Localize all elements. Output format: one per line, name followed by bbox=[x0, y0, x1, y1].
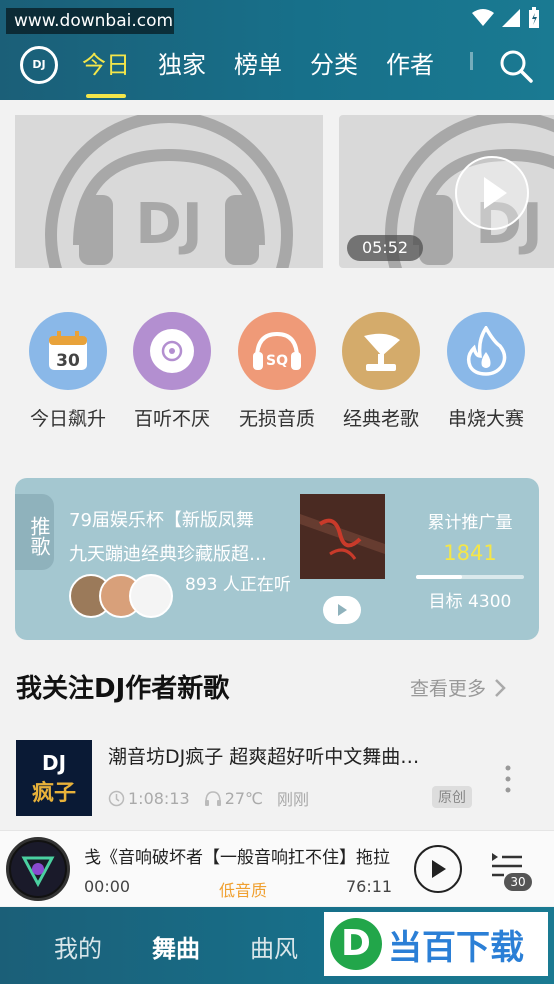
nav-genre[interactable]: 曲风 bbox=[250, 929, 298, 964]
more-options-icon[interactable] bbox=[502, 764, 514, 794]
song-title[interactable]: 潮音坊DJ疯子 超爽超好听中文舞曲… bbox=[108, 742, 468, 769]
calendar-number: 30 bbox=[56, 351, 80, 371]
category-label: 无损音质 bbox=[238, 408, 315, 430]
promotion-progress-fill bbox=[416, 575, 463, 579]
song-time-ago: 刚刚 bbox=[277, 790, 310, 809]
headphones-icon bbox=[204, 790, 221, 806]
song-meta: 1:08:13 27℃ 刚刚 bbox=[108, 786, 309, 810]
playlist-button[interactable]: 30 bbox=[490, 851, 534, 891]
banner-slide-left[interactable]: DJ bbox=[15, 115, 323, 268]
tab-overflow-indicator bbox=[470, 52, 473, 70]
recommend-title-line2: 九天蹦迪经典珍藏版超… bbox=[69, 544, 267, 565]
current-time: 00:00 bbox=[84, 877, 131, 896]
recommend-cover-image[interactable] bbox=[300, 494, 385, 579]
video-duration: 05:52 bbox=[347, 235, 423, 261]
listener-avatars bbox=[69, 574, 179, 618]
list-item[interactable]: DJ 疯子 潮音坊DJ疯子 超爽超好听中文舞曲… 1:08:13 27℃ 刚刚 … bbox=[0, 730, 554, 826]
avatar bbox=[129, 574, 173, 618]
play-icon[interactable] bbox=[323, 596, 361, 624]
nav-dance[interactable]: 舞曲 bbox=[152, 929, 200, 964]
recommend-card[interactable]: 推歌 79届娱乐杯【新版凤舞 九天蹦迪经典珍藏版超… 893 人正在听 累计推广… bbox=[15, 478, 539, 640]
recommend-title-line1: 79届娱乐杯【新版凤舞 bbox=[69, 510, 254, 531]
category-lossless[interactable]: SQ 无损音质 bbox=[227, 312, 327, 431]
recommend-tag: 推歌 bbox=[15, 494, 54, 570]
tab-categories[interactable]: 分类 bbox=[310, 44, 358, 86]
category-label: 百听不厌 bbox=[133, 408, 210, 430]
sq-text: SQ bbox=[266, 353, 288, 369]
category-classic[interactable]: 经典老歌 bbox=[331, 312, 431, 431]
watermark-text: 当百下载 bbox=[388, 927, 524, 968]
play-button[interactable] bbox=[414, 845, 462, 893]
brand-watermark: D 当百下载 bbox=[324, 912, 548, 976]
category-label: 今日飙升 bbox=[29, 408, 106, 430]
song-temperature: 27℃ bbox=[224, 788, 264, 808]
banner-slide-right[interactable]: DJ 05:52 bbox=[339, 115, 554, 268]
nav-mine[interactable]: 我的 bbox=[54, 929, 102, 964]
promotion-stats: 累计推广量 1841 目标 4300 bbox=[415, 508, 525, 612]
wifi-icon bbox=[472, 9, 494, 26]
clock-icon bbox=[108, 790, 125, 806]
tab-authors[interactable]: 作者 bbox=[386, 44, 434, 86]
chevron-right-icon bbox=[495, 678, 506, 697]
total-time: 76:11 bbox=[346, 877, 393, 896]
category-evergreen[interactable]: 百听不厌 bbox=[122, 312, 222, 431]
promotion-value: 1841 bbox=[443, 541, 497, 565]
category-label: 经典老歌 bbox=[342, 408, 419, 430]
status-bar-icons bbox=[472, 7, 540, 29]
song-cover-image[interactable]: DJ 疯子 bbox=[16, 740, 92, 816]
calendar-30-icon: 30 bbox=[29, 312, 107, 390]
headphones-sq-icon: SQ bbox=[238, 312, 316, 390]
battery-icon bbox=[529, 7, 539, 28]
signal-icon bbox=[502, 9, 520, 27]
cd-disc-icon bbox=[133, 312, 211, 390]
now-playing-disc[interactable] bbox=[6, 837, 70, 901]
recommend-title[interactable]: 79届娱乐杯【新版凤舞 九天蹦迪经典珍藏版超… bbox=[69, 504, 289, 572]
category-row: 30 今日飙升 百听不厌 SQ 无损音质 经典老歌 串烧大赛 bbox=[0, 312, 554, 432]
tab-charts[interactable]: 榜单 bbox=[234, 44, 282, 86]
see-more-link[interactable]: 查看更多 bbox=[410, 674, 506, 701]
promotion-progress-bar bbox=[416, 575, 524, 579]
tab-exclusive[interactable]: 独家 bbox=[158, 44, 206, 86]
now-playing-title[interactable]: 戋《音响破坏者【一般音响扛不住】拖拉 bbox=[84, 843, 406, 868]
see-more-label: 查看更多 bbox=[410, 678, 487, 700]
watermark-url: www.downbai.com bbox=[6, 8, 174, 34]
quality-toggle[interactable]: 低音质 bbox=[219, 877, 267, 901]
category-today-rising[interactable]: 30 今日飙升 bbox=[18, 312, 118, 431]
play-icon bbox=[432, 860, 446, 878]
song-duration: 1:08:13 bbox=[128, 788, 190, 808]
category-label: 串烧大赛 bbox=[447, 408, 524, 430]
top-tabs: 今日 独家 榜单 分类 作者 bbox=[82, 44, 434, 98]
dj-headphones-icon: DJ bbox=[45, 115, 293, 268]
listener-count: 893 人正在听 bbox=[185, 575, 291, 595]
section-title: 我关注DJ作者新歌 bbox=[16, 674, 230, 704]
top-header: www.downbai.com DJ 今日 独家 榜单 分类 作者 bbox=[0, 0, 554, 100]
flame-icon bbox=[447, 312, 525, 390]
status-badge: 原创 bbox=[432, 786, 472, 808]
tab-today[interactable]: 今日 bbox=[82, 44, 130, 98]
app-logo-icon[interactable]: DJ bbox=[20, 46, 58, 84]
cover-text-top: DJ bbox=[42, 751, 66, 775]
promotion-target: 目标 4300 bbox=[428, 592, 512, 612]
cover-text-bottom: 疯子 bbox=[32, 780, 76, 806]
watermark-logo-icon: D bbox=[330, 918, 382, 970]
search-icon[interactable] bbox=[498, 48, 534, 84]
mini-player[interactable]: 戋《音响破坏者【一般音响扛不住】拖拉 00:00 低音质 76:11 30 bbox=[0, 830, 554, 906]
banner-left-label: DJ bbox=[135, 192, 202, 257]
promotion-label: 累计推广量 bbox=[427, 513, 513, 533]
gramophone-icon bbox=[342, 312, 420, 390]
playlist-count: 30 bbox=[504, 873, 532, 891]
category-medley[interactable]: 串烧大赛 bbox=[436, 312, 536, 431]
